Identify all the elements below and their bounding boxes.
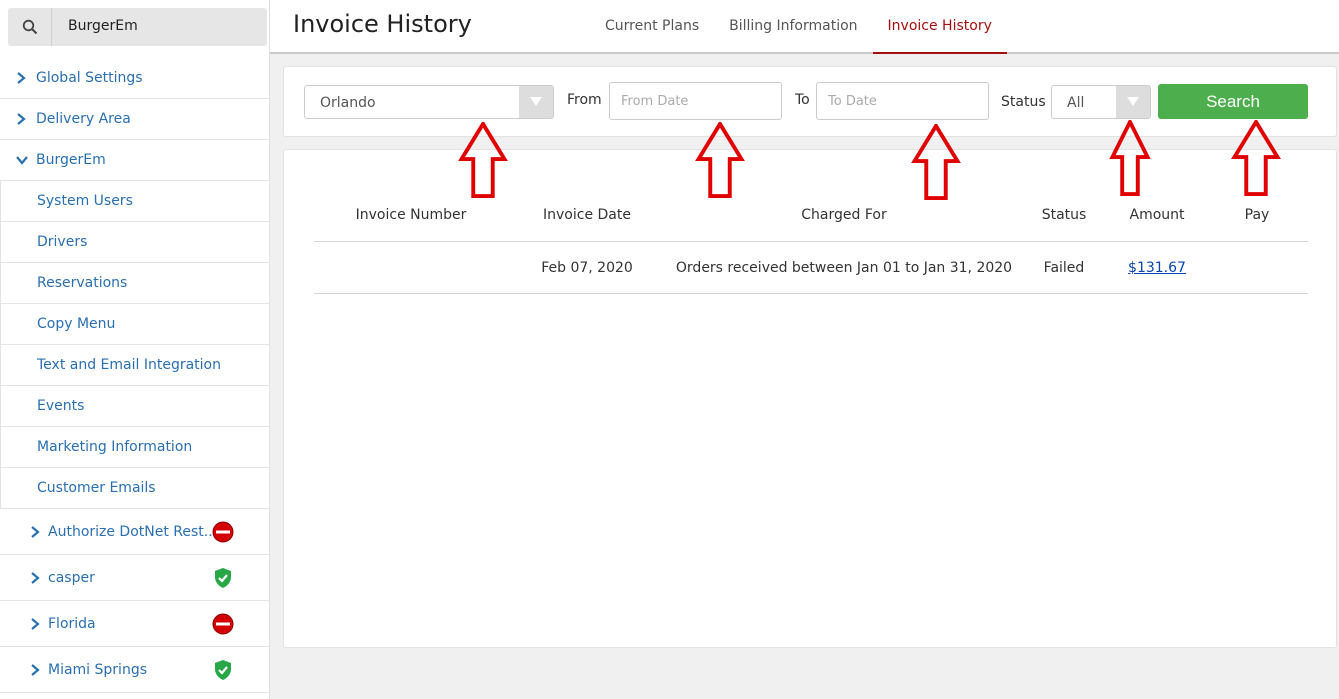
annotation-arrow-icon <box>1231 120 1281 196</box>
page-title: Invoice History <box>293 10 472 38</box>
column-header-invoice-date: Invoice Date <box>543 207 631 223</box>
chevron-down-icon <box>16 155 30 165</box>
sidebar-item-copy-menu[interactable]: Copy Menu <box>0 304 270 345</box>
chevron-right-icon <box>30 571 42 584</box>
sidebar-item-label: Drivers <box>37 234 88 250</box>
annotation-arrow-icon <box>911 124 961 200</box>
cell-charged-for: Orders received between Jan 01 to Jan 31… <box>675 260 1013 276</box>
verified-shield-icon <box>215 660 231 680</box>
sidebar-location-label: Authorize DotNet Rest... <box>48 523 218 540</box>
tab-billing-information[interactable]: Billing Information <box>714 0 872 54</box>
column-header-charged-for: Charged For <box>801 207 887 223</box>
sidebar-item-drivers[interactable]: Drivers <box>0 222 270 263</box>
sidebar-nav: Global Settings Delivery Area BurgerEm S… <box>0 58 270 693</box>
blocked-status-icon <box>212 521 234 543</box>
chevron-right-icon <box>16 72 30 84</box>
sidebar-location-authorize-dotnet[interactable]: Authorize DotNet Rest... <box>0 509 270 555</box>
sidebar-item-label: System Users <box>37 193 133 209</box>
row-divider <box>314 293 1308 294</box>
sidebar-item-text-email-integration[interactable]: Text and Email Integration <box>0 345 270 386</box>
sidebar-item-global-settings[interactable]: Global Settings <box>0 58 270 99</box>
sidebar-item-label: Marketing Information <box>37 439 193 455</box>
sidebar-location-casper[interactable]: casper <box>0 555 270 601</box>
tab-invoice-history[interactable]: Invoice History <box>872 0 1007 54</box>
search-button[interactable]: Search <box>1158 84 1308 119</box>
from-label: From <box>567 92 602 108</box>
sidebar-item-label: Delivery Area <box>36 111 131 127</box>
chevron-right-icon <box>30 525 42 538</box>
cell-amount-link[interactable]: $131.67 <box>1128 260 1186 276</box>
sidebar-item-reservations[interactable]: Reservations <box>0 263 270 304</box>
column-header-pay: Pay <box>1244 207 1270 223</box>
sidebar-item-delivery-area[interactable]: Delivery Area <box>0 99 270 140</box>
sidebar-item-events[interactable]: Events <box>0 386 270 427</box>
cell-status: Failed <box>1043 260 1085 276</box>
sidebar-item-label: Reservations <box>37 275 128 291</box>
annotation-arrow-icon <box>695 122 745 198</box>
sidebar-item-label: Global Settings <box>36 70 143 86</box>
to-date-input[interactable] <box>816 82 989 120</box>
blocked-status-icon <box>212 613 234 635</box>
sidebar-item-label: BurgerEm <box>36 152 106 168</box>
header-divider <box>314 241 1308 242</box>
column-header-invoice-number: Invoice Number <box>355 207 467 223</box>
sidebar-item-label: Events <box>37 398 85 414</box>
annotation-arrow-icon <box>458 122 508 198</box>
sidebar-item-label: Customer Emails <box>37 480 156 496</box>
column-header-status: Status <box>1041 207 1087 223</box>
sidebar-location-label: Miami Springs <box>48 661 147 678</box>
sidebar-location-miami-springs[interactable]: Miami Springs <box>0 647 270 693</box>
sidebar-item-customer-emails[interactable]: Customer Emails <box>0 468 270 509</box>
invoice-table: Invoice Number Invoice Date Charged For … <box>283 149 1337 648</box>
sidebar-item-marketing-information[interactable]: Marketing Information <box>0 427 270 468</box>
annotation-arrow-icon <box>1109 120 1151 196</box>
chevron-right-icon <box>16 113 30 125</box>
column-header-amount: Amount <box>1129 207 1185 223</box>
from-date-input[interactable] <box>609 82 782 120</box>
dropdown-arrow-icon[interactable] <box>1116 86 1150 118</box>
to-label: To <box>795 92 810 108</box>
verified-shield-icon <box>215 568 231 588</box>
sidebar-item-burgerem[interactable]: BurgerEm <box>0 140 270 181</box>
sidebar-item-system-users[interactable]: System Users <box>0 181 270 222</box>
status-label: Status <box>1001 94 1046 110</box>
dropdown-arrow-icon[interactable] <box>519 86 553 118</box>
cell-invoice-date: Feb 07, 2020 <box>541 260 633 276</box>
search-input[interactable]: BurgerEm <box>68 18 138 34</box>
chevron-right-icon <box>30 663 42 676</box>
filter-panel: Orlando From To Status All Search <box>283 66 1337 137</box>
chevron-right-icon <box>30 617 42 630</box>
location-select[interactable]: Orlando <box>304 85 554 119</box>
search-icon[interactable] <box>8 8 52 46</box>
sidebar-search[interactable]: BurgerEm <box>8 8 267 46</box>
status-select[interactable]: All <box>1051 85 1151 119</box>
sidebar-location-label: casper <box>48 569 95 586</box>
location-select-value: Orlando <box>320 95 376 111</box>
sidebar-location-florida[interactable]: Florida <box>0 601 270 647</box>
status-select-value: All <box>1067 95 1085 111</box>
tab-current-plans[interactable]: Current Plans <box>590 0 714 54</box>
sidebar-item-label: Copy Menu <box>37 316 116 332</box>
sidebar-location-label: Florida <box>48 615 96 632</box>
tab-bar: Current Plans Billing Information Invoic… <box>590 0 1007 54</box>
sidebar-item-label: Text and Email Integration <box>37 357 221 373</box>
sidebar: BurgerEm Global Settings Delivery Area B… <box>0 0 270 699</box>
